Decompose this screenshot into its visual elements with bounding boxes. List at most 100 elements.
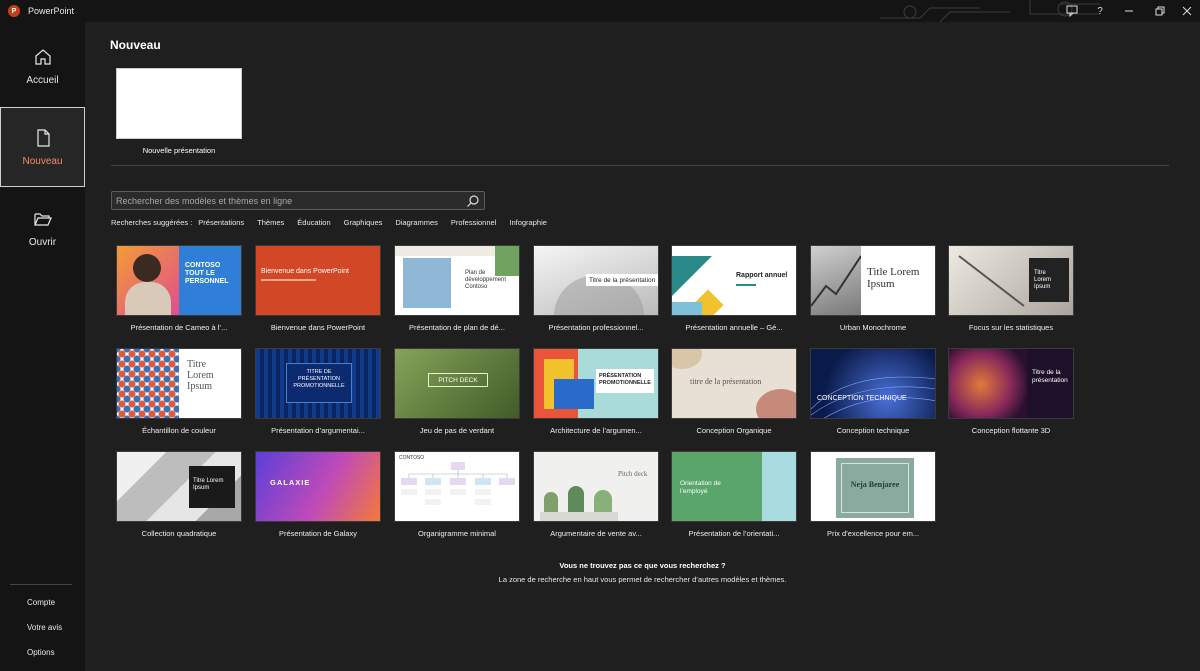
template-tile-organic[interactable]: titre de la présentation Conception Orga… — [671, 348, 797, 435]
template-label[interactable]: Présentation de Cameo à l’... — [116, 323, 242, 332]
template-thumbnail[interactable]: PITCH DECK — [394, 348, 520, 419]
template-tile-verdant[interactable]: PITCH DECK Jeu de pas de verdant — [394, 348, 520, 435]
template-label[interactable]: Présentation de Galaxy — [255, 529, 381, 538]
suggestion-link[interactable]: Professionnel — [451, 218, 496, 227]
template-tile-org-chart[interactable]: CONTOSO Organigramme minimal — [394, 451, 520, 538]
template-thumbnail[interactable]: Neja Benjaree — [810, 451, 936, 522]
template-label[interactable]: Collection quadratique — [116, 529, 242, 538]
thumbnail-text: Titre — [187, 359, 207, 370]
template-label[interactable]: Focus sur les statistiques — [948, 323, 1074, 332]
not-found-text: La zone de recherche en haut vous permet… — [498, 575, 787, 584]
template-label[interactable]: Urban Monochrome — [810, 323, 936, 332]
template-thumbnail[interactable]: CONTOSO TOUT LE PERSONNEL — [116, 245, 242, 316]
template-label[interactable]: Bienvenue dans PowerPoint — [255, 323, 381, 332]
template-thumbnail[interactable]: Titre de la présentation — [533, 245, 659, 316]
template-tile-galaxy[interactable]: GALAXIE Présentation de Galaxy — [255, 451, 381, 538]
template-label[interactable]: Présentation professionnel... — [533, 323, 659, 332]
template-tile-professional[interactable]: Titre de la présentation Présentation pr… — [533, 245, 659, 332]
minimize-button[interactable] — [1114, 0, 1144, 22]
sidebar-item-open[interactable]: Ouvrir — [0, 188, 85, 268]
template-tile-technical[interactable]: CONCEPTION TECHNIQUE Conception techniqu… — [810, 348, 936, 435]
template-tile-floating-3d[interactable]: Titre de la présentation Conception flot… — [948, 348, 1074, 435]
coauthor-icon[interactable] — [1057, 0, 1087, 22]
template-thumbnail[interactable]: Titre Lorem Ipsum — [948, 245, 1074, 316]
suggestion-link[interactable]: Graphiques — [344, 218, 383, 227]
thumbnail-text: GALAXIE — [270, 478, 311, 487]
template-thumbnail[interactable]: Bienvenue dans PowerPoint — [255, 245, 381, 316]
template-tile-color-swatch[interactable]: Titre Lorem Ipsum Échantillon de couleur — [116, 348, 242, 435]
thumbnail-text: présentation — [1032, 377, 1068, 384]
template-label[interactable]: Organigramme minimal — [394, 529, 520, 538]
template-thumbnail[interactable]: Rapport annuel — [671, 245, 797, 316]
sidebar-item-account[interactable]: Compte — [27, 598, 55, 607]
help-button[interactable]: ? — [1085, 0, 1115, 22]
template-tile-statistics[interactable]: Titre Lorem Ipsum Focus sur les statisti… — [948, 245, 1074, 332]
template-thumbnail[interactable]: Plan de développement Contoso — [394, 245, 520, 316]
section-divider — [111, 165, 1169, 166]
template-tile-excellence-award[interactable]: Neja Benjaree Prix d’excellence pour em.… — [810, 451, 936, 538]
sidebar-item-feedback[interactable]: Votre avis — [27, 623, 62, 632]
restore-button[interactable] — [1145, 0, 1175, 22]
template-tile-onboarding[interactable]: Orientation de l’employé Présentation de… — [671, 451, 797, 538]
thumbnail-text: Lorem — [187, 370, 214, 381]
title-bar: P PowerPoint ? — [0, 0, 1200, 22]
template-tile-urban-monochrome[interactable]: Title Lorem Ipsum Urban Monochrome — [810, 245, 936, 332]
thumbnail-text: CONTOSO — [185, 262, 221, 269]
sidebar-divider — [10, 584, 72, 585]
sidebar-item-home[interactable]: Accueil — [0, 26, 85, 106]
template-thumbnail[interactable]: titre de la présentation — [671, 348, 797, 419]
sidebar-item-new[interactable]: Nouveau — [0, 107, 85, 187]
template-tile-quadratic[interactable]: Titre Lorem Ipsum Collection quadratique — [116, 451, 242, 538]
template-tile-annual-report[interactable]: Rapport annuel Présentation annuelle – G… — [671, 245, 797, 332]
template-tile-cameo[interactable]: CONTOSO TOUT LE PERSONNEL Présentation d… — [116, 245, 242, 332]
template-tile-welcome[interactable]: Bienvenue dans PowerPoint Bienvenue dans… — [255, 245, 381, 332]
blank-presentation-label[interactable]: Nouvelle présentation — [116, 146, 242, 155]
template-label[interactable]: Conception Organique — [671, 426, 797, 435]
template-thumbnail[interactable]: Title Lorem Ipsum — [810, 245, 936, 316]
template-thumbnail[interactable]: GALAXIE — [255, 451, 381, 522]
template-label[interactable]: Présentation de plan de dé... — [394, 323, 520, 332]
template-thumbnail[interactable]: Pitch deck — [533, 451, 659, 522]
template-thumbnail[interactable]: CONCEPTION TECHNIQUE — [810, 348, 936, 419]
thumbnail-text: Title Lorem — [867, 266, 920, 278]
template-tile-sales-pitch[interactable]: Pitch deck Argumentaire de vente av... — [533, 451, 659, 538]
template-thumbnail[interactable]: PRÉSENTATION PROMOTIONNELLE — [533, 348, 659, 419]
template-label[interactable]: Présentation d’argumentai... — [255, 426, 381, 435]
thumbnail-text: Ipsum — [193, 485, 210, 491]
thumbnail-text: Titre de la présentation — [589, 277, 656, 284]
template-label[interactable]: Argumentaire de vente av... — [533, 529, 659, 538]
template-thumbnail[interactable]: TITRE DE PRÉSENTATION PROMOTIONNELLE — [255, 348, 381, 419]
template-thumbnail[interactable]: Titre Lorem Ipsum — [116, 451, 242, 522]
thumbnail-text: Ipsum — [1034, 284, 1051, 290]
search-icon[interactable] — [466, 194, 480, 208]
template-tile-pitch-blue[interactable]: TITRE DE PRÉSENTATION PROMOTIONNELLE Pré… — [255, 348, 381, 435]
template-thumbnail[interactable]: CONTOSO — [394, 451, 520, 522]
template-label[interactable]: Prix d’excellence pour em... — [810, 529, 936, 538]
thumbnail-text: Titre de la — [1032, 369, 1061, 376]
template-thumbnail[interactable]: Orientation de l’employé — [671, 451, 797, 522]
thumbnail-text: Bienvenue dans PowerPoint — [261, 268, 349, 275]
thumbnail-text: Ipsum — [867, 278, 895, 290]
close-button[interactable] — [1172, 0, 1200, 22]
template-label[interactable]: Échantillon de couleur — [116, 426, 242, 435]
sidebar-item-options[interactable]: Options — [27, 648, 55, 657]
search-input[interactable] — [112, 192, 462, 209]
main-content: Nouveau Nouvelle présentation Recherches… — [85, 22, 1200, 671]
template-label[interactable]: Architecture de l’argumen... — [533, 426, 659, 435]
suggestion-link[interactable]: Infographie — [509, 218, 547, 227]
template-tile-architecture[interactable]: PRÉSENTATION PROMOTIONNELLE Architecture… — [533, 348, 659, 435]
suggestion-link[interactable]: Présentations — [198, 218, 244, 227]
template-label[interactable]: Conception technique — [810, 426, 936, 435]
template-thumbnail[interactable]: Titre de la présentation — [948, 348, 1074, 419]
suggestion-link[interactable]: Diagrammes — [395, 218, 438, 227]
app-title: PowerPoint — [28, 6, 75, 16]
template-label[interactable]: Présentation annuelle – Gé... — [671, 323, 797, 332]
suggestion-link[interactable]: Thèmes — [257, 218, 284, 227]
template-label[interactable]: Jeu de pas de verdant — [394, 426, 520, 435]
blank-presentation-thumbnail[interactable] — [116, 68, 242, 139]
template-label[interactable]: Présentation de l’orientati... — [671, 529, 797, 538]
template-label[interactable]: Conception flottante 3D — [948, 426, 1074, 435]
template-thumbnail[interactable]: Titre Lorem Ipsum — [116, 348, 242, 419]
suggestion-link[interactable]: Éducation — [297, 218, 330, 227]
template-tile-development-plan[interactable]: Plan de développement Contoso Présentati… — [394, 245, 520, 332]
